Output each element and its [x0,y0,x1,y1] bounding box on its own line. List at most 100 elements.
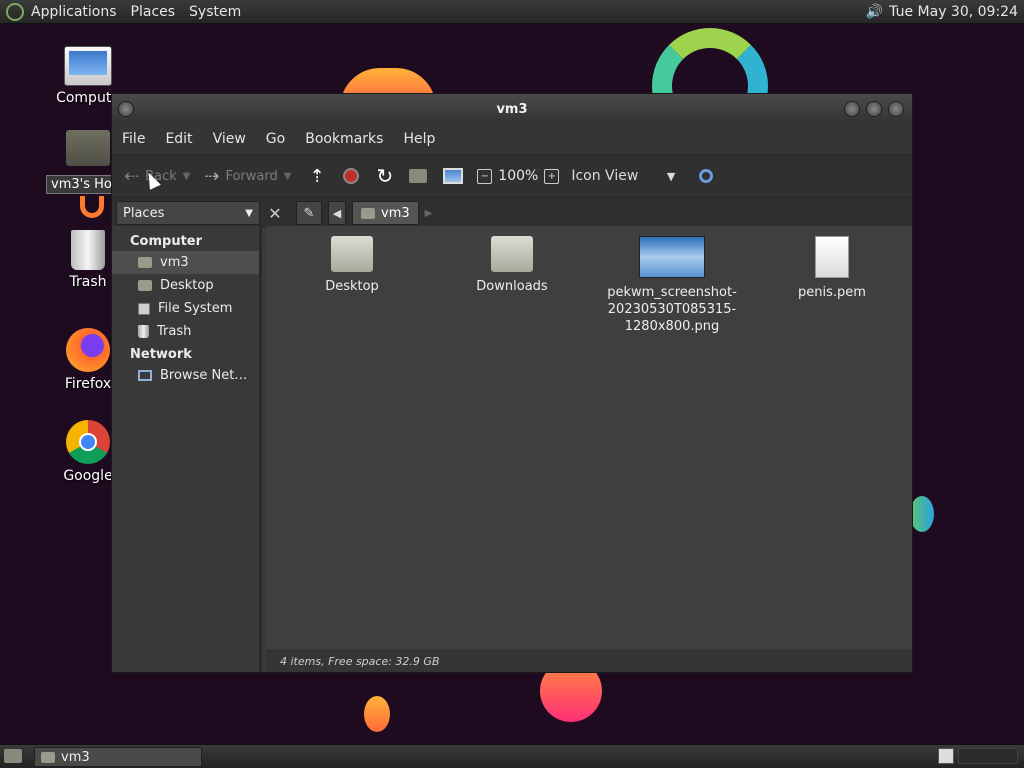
status-bar: 4 items, Free space: 32.9 GB [266,650,912,672]
chevron-down-icon: ▼ [666,169,676,183]
zoom-out-icon: − [477,168,493,184]
view-mode-select[interactable]: Icon View ▼ [565,161,681,191]
desktop-wallpaper-shape [910,496,934,532]
close-icon: ✕ [268,203,282,223]
reload-button[interactable]: ↻ [371,161,400,191]
workspace-switcher[interactable] [938,748,954,764]
network-icon [138,370,152,381]
chevron-down-icon: ▼ [245,207,253,219]
speaker-icon[interactable]: 🔊 [866,4,883,20]
sidebar-type-value: Places [123,205,165,221]
forward-button[interactable]: ⇢ Forward [198,161,283,191]
trash-icon [138,325,149,338]
bottom-panel: vm3 [0,744,1024,768]
home-button[interactable] [403,161,433,191]
home-folder-icon [41,751,55,763]
taskbar-item-vm3[interactable]: vm3 [34,747,202,767]
breadcrumb: ✎ ◀ vm3 ▶ [296,201,432,225]
image-thumbnail-icon [639,236,705,278]
zoom-in-icon: + [544,168,560,184]
search-icon [699,169,714,183]
desktop-wallpaper-shape [364,696,390,732]
file-item-desktop[interactable]: Desktop [282,226,422,295]
zoom-in-button[interactable]: + [538,161,565,191]
desktop-icon-label: Trash [69,274,107,290]
desktop-icon-label-selected: vm3's Hor [46,175,118,194]
file-item-downloads[interactable]: Downloads [442,226,582,295]
close-button[interactable] [888,101,904,117]
sidebar-item-desktop[interactable]: Desktop [112,274,259,297]
file-name-line: 20230530T085315- [607,302,737,317]
menu-bookmarks[interactable]: Bookmarks [295,131,393,147]
sidebar-heading-network: Network [130,347,192,362]
desktop-wallpaper-shape [80,196,104,218]
clock[interactable]: Tue May 30, 09:24 [889,4,1018,20]
toolbar: ⇠ Back ▼ ⇢ Forward ▼ ⇡ ↻ − 100% + Icon V… [112,154,912,197]
zoom-out-button[interactable]: − [471,161,498,191]
desktop-folder-icon [138,280,152,291]
show-desktop-icon[interactable] [4,749,22,763]
forward-history-dropdown[interactable]: ▼ [284,171,292,182]
menu-help[interactable]: Help [393,131,445,147]
up-button[interactable]: ⇡ [303,161,330,191]
desktop-icon-label: Firefox [64,376,112,392]
sidebar-heading-computer: Computer [130,234,203,249]
computer-button[interactable] [437,161,469,191]
menu-file[interactable]: File [112,131,155,147]
sidebar-item-trash[interactable]: Trash [112,320,259,343]
window-titlebar[interactable]: vm3 [112,94,912,124]
minimize-button[interactable] [844,101,860,117]
applications-menu[interactable]: Applications [24,4,124,20]
menu-view[interactable]: View [203,131,256,147]
breadcrumb-scroll-left[interactable]: ◀ [328,201,346,225]
forward-label: Forward [225,168,278,184]
file-item-pem[interactable]: penis.pem [762,226,902,301]
computer-icon [443,168,464,184]
system-menu[interactable]: System [182,4,248,20]
sidebar-item-browse-network[interactable]: Browse Net… [112,364,259,387]
sidebar-item-label: File System [158,301,233,316]
search-button[interactable] [693,161,719,191]
breadcrumb-label: vm3 [381,205,410,221]
edit-icon: ✎ [303,205,315,221]
trash-icon [71,230,105,270]
gnome-foot-icon[interactable] [6,2,24,21]
menu-edit[interactable]: Edit [155,131,202,147]
window-menu-button[interactable] [118,101,134,117]
file-item-screenshot[interactable]: pekwm_screenshot- 20230530T085315- 1280x… [602,226,742,335]
file-name: Downloads [476,279,548,294]
file-name-line: pekwm_screenshot- [607,285,737,300]
status-text: 4 items, Free space: 32.9 GB [280,655,440,668]
maximize-button[interactable] [866,101,882,117]
places-menu[interactable]: Places [124,4,183,20]
file-name-line: 1280x800.png [624,319,720,334]
zoom-level: 100% [498,168,539,184]
arrow-up-icon: ⇡ [309,165,325,187]
stop-button[interactable] [337,161,365,191]
sidebar-type-select[interactable]: Places ▼ [116,201,260,225]
sidebar-item-vm3[interactable]: vm3 [112,251,259,274]
taskbar-item-label: vm3 [61,749,90,765]
menu-go[interactable]: Go [256,131,295,147]
workspace-switcher[interactable] [958,748,1018,764]
close-sidebar-button[interactable]: ✕ [264,202,286,224]
chrome-icon [66,420,110,464]
sidebar-item-file-system[interactable]: File System [112,297,259,320]
sidebar-item-label: Desktop [160,278,214,293]
arrow-left-icon: ⇠ [124,165,140,187]
top-panel: Applications Places System 🔊 Tue May 30,… [0,0,1024,24]
file-view[interactable]: Desktop Downloads pekwm_screenshot- 2023… [266,226,912,650]
sidebar-item-label: Browse Net… [160,368,248,383]
home-folder-icon [409,169,428,183]
toggle-location-entry-button[interactable]: ✎ [296,201,322,225]
menubar: File Edit View Go Bookmarks Help [112,124,912,154]
view-mode-value: Icon View [571,168,639,184]
chevron-right-icon[interactable]: ▶ [425,208,433,219]
file-name: Desktop [325,279,379,294]
file-manager-window: vm3 File Edit View Go Bookmarks Help ⇠ B… [111,93,913,673]
breadcrumb-current[interactable]: vm3 [352,201,419,225]
desktop-folder-icon [331,236,373,272]
back-history-dropdown[interactable]: ▼ [183,171,191,182]
chevron-left-icon: ◀ [332,206,342,220]
text-file-icon [815,236,849,278]
